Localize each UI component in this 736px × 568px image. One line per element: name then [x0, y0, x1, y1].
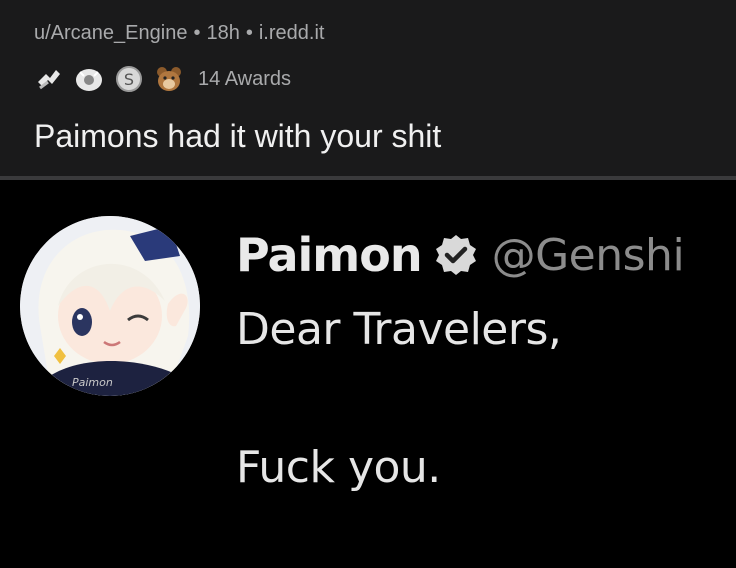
awards-row[interactable]: S 14 Awards — [34, 62, 291, 96]
dog-face-icon — [157, 67, 181, 91]
paimon-avatar-illustration — [20, 216, 200, 396]
rocket-like-icon — [76, 69, 102, 91]
tweet-text-line-2: Fuck you. — [236, 442, 441, 493]
domain-link[interactable]: i.redd.it — [259, 22, 325, 44]
avatar — [20, 216, 200, 396]
avatar-watermark: Paimon — [72, 376, 113, 389]
tweet-display-name: Paimon — [236, 228, 423, 282]
silver-coin-icon: S — [116, 66, 142, 92]
username-link[interactable]: u/Arcane_Engine — [34, 22, 187, 44]
svg-text:S: S — [124, 70, 134, 89]
wholesome-seal-icon — [38, 70, 60, 90]
post-age: 18h — [206, 22, 240, 44]
tweet-image[interactable]: Paimon Paimon @Genshi Dear Travelers, Fu… — [0, 180, 736, 568]
tweet-handle: @Genshi — [491, 229, 685, 281]
awards-count: 14 Awards — [198, 67, 292, 90]
post-header: u/Arcane_Engine • 18h • i.redd.it S 14 Award… — [0, 0, 736, 176]
post-meta: u/Arcane_Engine • 18h • i.redd.it — [34, 22, 324, 45]
post-title[interactable]: Paimons had it with your shit — [34, 118, 441, 155]
meta-separator: • — [193, 22, 201, 44]
tweet-author-row: Paimon @Genshi — [236, 228, 685, 282]
verified-badge-icon — [435, 235, 476, 275]
tweet-text-line-1: Dear Travelers, — [236, 304, 562, 355]
meta-separator: • — [245, 22, 253, 44]
